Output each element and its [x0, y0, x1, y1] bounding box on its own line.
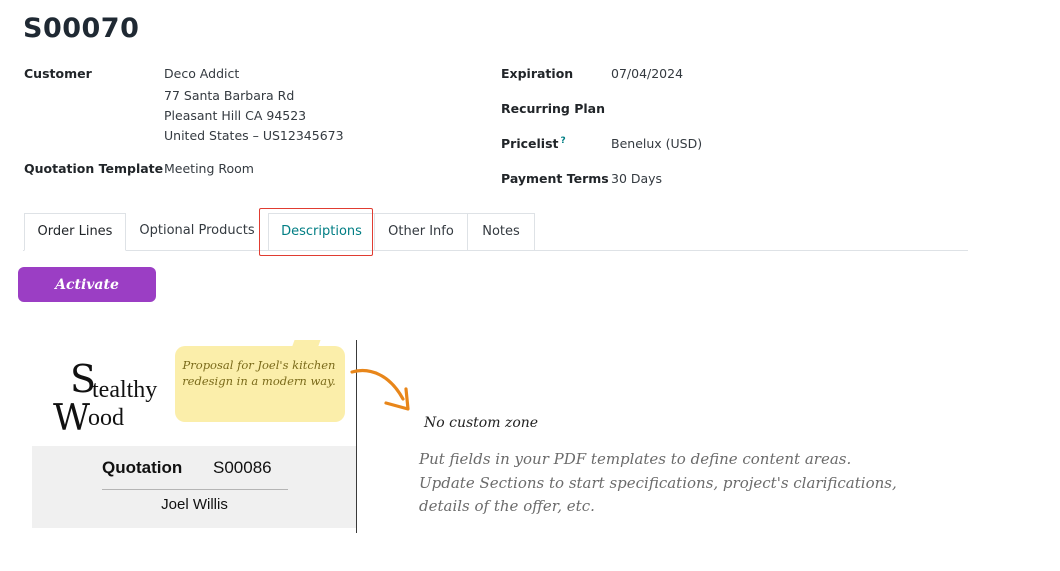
customer-address-line1: 77 Santa Barbara Rd — [164, 88, 295, 103]
help-tooltip-icon[interactable]: ? — [560, 136, 565, 146]
arrow-icon — [350, 369, 410, 411]
recurring-plan-label: Recurring Plan — [501, 101, 606, 116]
logo-line2: ood — [88, 405, 124, 431]
empty-state-body: Put fields in your PDF templates to defi… — [419, 448, 1049, 519]
quotation-divider — [102, 489, 288, 490]
pricelist-field[interactable]: Benelux (USD) — [611, 134, 702, 154]
customer-label: Customer — [24, 66, 92, 81]
tab-notes[interactable]: Notes — [468, 213, 535, 251]
expiration-field[interactable]: 07/04/2024 — [611, 64, 683, 84]
quotation-customer: Joel Willis — [161, 496, 228, 513]
tab-descriptions[interactable]: Descriptions — [268, 213, 375, 251]
activate-button[interactable]: Activate — [18, 267, 156, 302]
quotation-header: Quotation S00086 Joel Willis — [32, 446, 357, 528]
quotation-number: S00086 — [213, 458, 272, 477]
empty-state-line2: Update Sections to start specifications,… — [419, 473, 897, 492]
logo-line1: tealthy — [92, 377, 157, 403]
recurring-plan-field[interactable] — [611, 99, 811, 119]
quotation-title: Quotation — [102, 458, 183, 477]
quotation-template-field[interactable]: Meeting Room — [164, 159, 254, 179]
empty-state-line1: Put fields in your PDF templates to defi… — [419, 450, 852, 468]
logo-w-letter: W — [53, 398, 90, 439]
payment-terms-label: Payment Terms — [501, 171, 609, 186]
tab-optional-products[interactable]: Optional Products — [126, 213, 268, 251]
tab-order-lines[interactable]: Order Lines — [24, 213, 126, 251]
quotation-template-label: Quotation Template — [24, 161, 164, 176]
pricelist-label-text: Pricelist — [501, 136, 559, 152]
notebook-tabs: Order Lines Optional Products Descriptio… — [23, 213, 968, 251]
payment-terms-field[interactable]: 30 Days — [611, 169, 662, 189]
empty-state-title: No custom zone — [424, 415, 539, 431]
sticky-note-text: Proposal for Joel's kitchen redesign in … — [182, 358, 336, 388]
customer-address-line2: Pleasant Hill CA 94523 — [164, 108, 307, 123]
record-title: S00070 — [23, 13, 140, 44]
customer-address-line3: United States – US12345673 — [164, 128, 344, 143]
customer-name[interactable]: Deco Addict — [164, 64, 239, 84]
tab-other-info[interactable]: Other Info — [375, 213, 468, 251]
expiration-label: Expiration — [501, 66, 574, 81]
empty-state-line3: details of the offer, etc. — [419, 497, 595, 515]
pricelist-label: Pricelist? — [501, 136, 566, 151]
